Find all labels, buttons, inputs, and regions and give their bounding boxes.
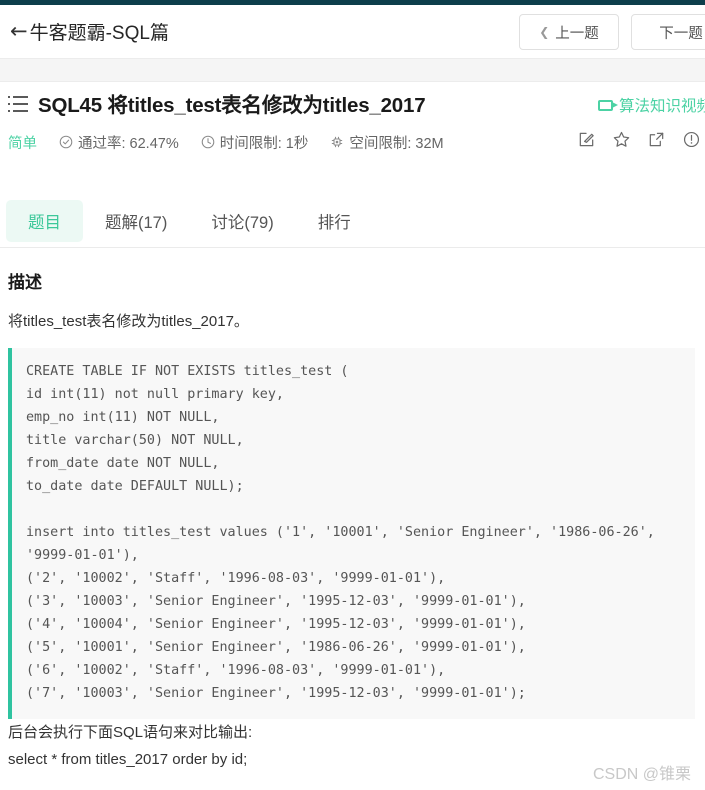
description-text: 将titles_test表名修改为titles_2017。 (8, 313, 249, 330)
watermark: CSDN @锥栗 (592, 766, 691, 783)
navbar: ← 牛客题霸-SQL篇 ❮ 上一题 下一题 (0, 5, 705, 58)
prev-question-button[interactable]: ❮ 上一题 (519, 14, 619, 50)
nav-actions: ❮ 上一题 下一题 (519, 14, 705, 50)
star-icon[interactable] (612, 130, 631, 149)
prev-question-label: 上一题 (555, 25, 599, 42)
report-icon[interactable] (682, 130, 701, 149)
footer-note-line1: 后台会执行下面SQL语句来对比输出: (8, 724, 253, 741)
pass-rate-label: 通过率: 62.47% (78, 135, 179, 152)
code-block: CREATE TABLE IF NOT EXISTS titles_test (… (8, 348, 695, 719)
time-limit-label: 时间限制: 1秒 (219, 135, 309, 152)
navbar-title: 牛客题霸-SQL篇 (29, 23, 169, 44)
problem-title-row: SQL45 将titles_test表名修改为titles_2017 算法知识视… (0, 82, 705, 124)
code-create-table: CREATE TABLE IF NOT EXISTS titles_test (… (26, 364, 349, 494)
video-tutorial-link[interactable]: 算法知识视频讲解 (597, 94, 705, 116)
arrow-left-icon: ← (10, 19, 28, 43)
footer-note-line2: select * from titles_2017 order by id; (8, 751, 248, 768)
tab-ranking[interactable]: 排行 (296, 200, 373, 242)
tab-discussion[interactable]: 讨论(79) (189, 200, 295, 242)
tab-solutions[interactable]: 题解(17) (83, 200, 189, 242)
page-title: SQL45 将titles_test表名修改为titles_2017 (38, 94, 426, 117)
description-heading: 描述 (8, 273, 42, 292)
problem-header: SQL45 将titles_test表名修改为titles_2017 算法知识视… (0, 82, 705, 158)
next-question-label: 下一题 (659, 25, 703, 42)
code-spacer (26, 498, 681, 521)
code-insert-statement: insert into titles_test values ('1', '10… (26, 525, 655, 701)
list-icon[interactable] (8, 96, 28, 112)
problem-meta-row: 简单 通过率: 62.47% 时间限制: 1秒 空间限制: 32M (0, 126, 705, 158)
time-limit-item: 时间限制: 1秒 (201, 132, 309, 153)
page-root: ← 牛客题霸-SQL篇 ❮ 上一题 下一题 SQL45 将titles_test… (0, 0, 705, 790)
footer-note: 后台会执行下面SQL语句来对比输出: select * from titles_… (8, 719, 252, 773)
back-link[interactable]: ← 牛客题霸-SQL篇 (10, 18, 169, 45)
problem-action-icons (577, 130, 701, 149)
edit-icon[interactable] (577, 130, 596, 149)
space-limit-label: 空间限制: 32M (349, 135, 444, 152)
section-divider-band (0, 58, 705, 82)
share-icon[interactable] (647, 130, 666, 149)
chip-icon (332, 136, 343, 148)
difficulty-badge: 简单 (8, 135, 37, 152)
chevron-left-icon: ❮ (539, 25, 550, 39)
tab-problem[interactable]: 题目 (6, 199, 83, 242)
video-tutorial-label: 算法知识视频讲解 (618, 98, 705, 115)
next-question-button[interactable]: 下一题 (631, 14, 705, 50)
space-limit-item: 空间限制: 32M (330, 132, 444, 153)
video-camera-icon (597, 99, 618, 111)
clock-icon (201, 135, 215, 149)
pass-rate-item: 通过率: 62.47% (59, 132, 179, 153)
check-circle-icon (59, 135, 73, 149)
tab-bar: 题目 题解(17) 讨论(79) 排行 (0, 194, 705, 248)
